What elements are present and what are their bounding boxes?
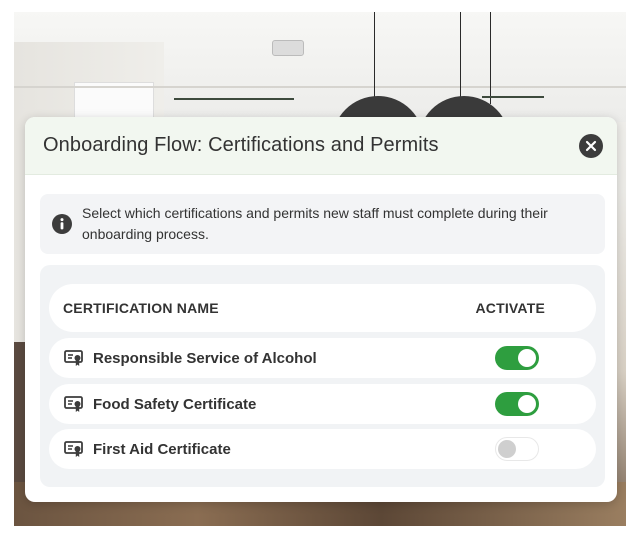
wire [482,96,544,98]
lamp-cord [490,12,491,104]
info-banner: Select which certifications and permits … [40,194,605,254]
ceiling-beam [14,86,626,88]
projector [272,40,304,56]
column-header-name: CERTIFICATION NAME [63,300,219,316]
lamp-cord [374,12,375,102]
close-icon [585,140,597,151]
toggle-knob [518,395,536,413]
certification-name: First Aid Certificate [93,440,231,458]
table-row: Food Safety Certificate [49,384,596,424]
modal-title: Onboarding Flow: Certifications and Perm… [43,134,439,156]
table-row: Responsible Service of Alcohol [49,338,596,378]
modal-header: Onboarding Flow: Certifications and Perm… [25,117,617,175]
certification-name: Responsible Service of Alcohol [93,349,317,367]
certification-name: Food Safety Certificate [93,395,257,413]
activate-toggle[interactable] [495,392,539,416]
wire [174,98,294,100]
toggle-knob [498,440,516,458]
toggle-knob [518,349,536,367]
info-text: Select which certifications and permits … [82,205,548,242]
activate-toggle[interactable] [495,437,539,461]
onboarding-modal: Onboarding Flow: Certifications and Perm… [25,117,617,502]
close-button[interactable] [579,133,603,158]
activate-toggle[interactable] [495,346,539,370]
column-header-activate: ACTIVATE [475,300,545,316]
certificate-icon [64,440,83,457]
certificate-icon [64,395,83,412]
table-row: First Aid Certificate [49,429,596,469]
certificate-icon [64,349,83,366]
info-icon [52,214,72,234]
table-header: CERTIFICATION NAME ACTIVATE [49,284,596,332]
certifications-table: CERTIFICATION NAME ACTIVATE Responsible … [40,265,605,487]
lamp-cord [460,12,461,98]
